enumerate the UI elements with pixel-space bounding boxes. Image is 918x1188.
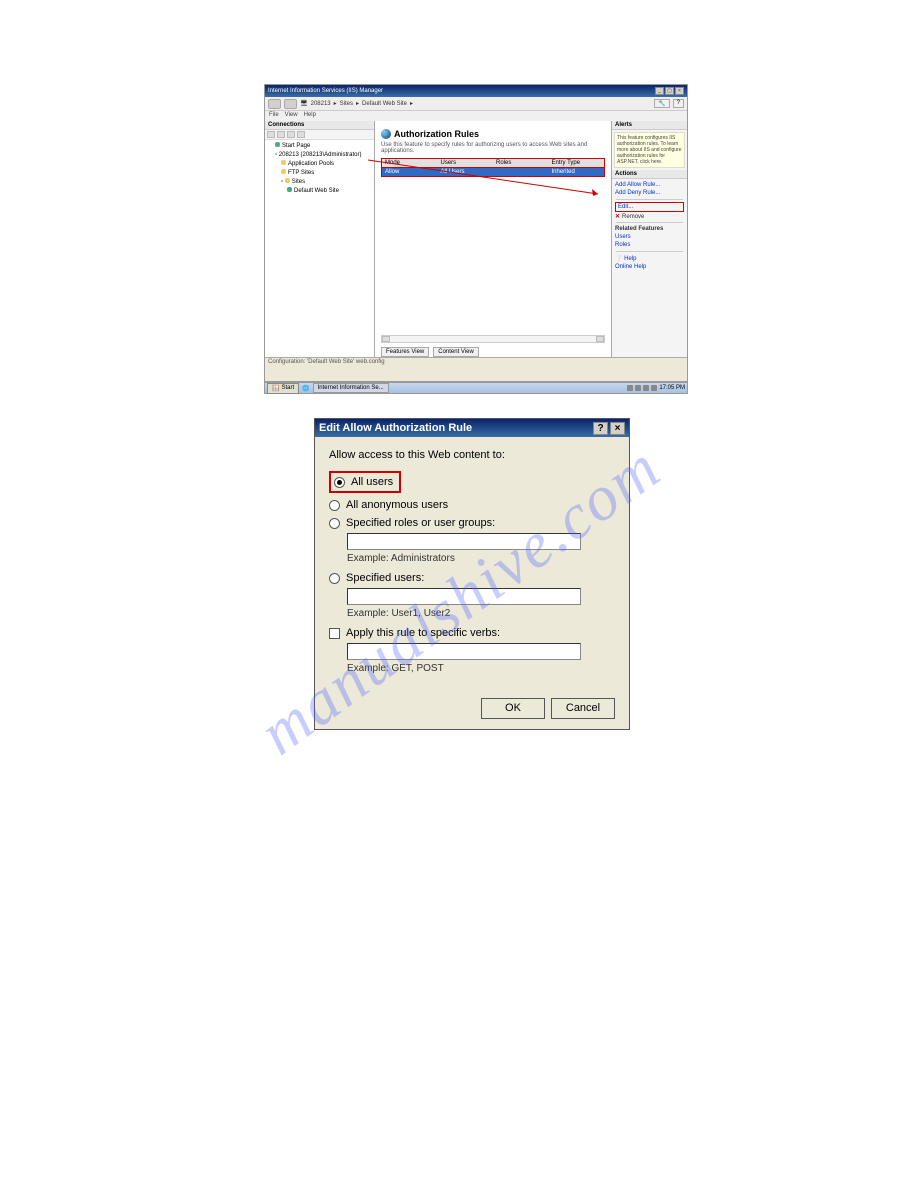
checkbox-verbs[interactable] <box>329 628 340 639</box>
system-tray: 17:05 PM <box>627 385 685 391</box>
tray-icon[interactable] <box>635 385 641 391</box>
breadcrumb[interactable]: 🖥 208213▸ Sites▸ Default Web Site▸ <box>300 100 413 107</box>
taskbar: 🪟 Start 🌐 Internet Information Se... 17:… <box>264 382 688 394</box>
conn-tool-icon[interactable] <box>287 131 295 138</box>
action-online-help[interactable]: Online Help <box>615 263 684 271</box>
label-specified-users: Specified users: <box>346 572 424 584</box>
alerts-header: Alerts <box>612 121 687 130</box>
actions-header: Actions <box>612 170 687 179</box>
start-button[interactable]: 🪟 Start <box>267 383 299 394</box>
action-help[interactable]: ❔ Help <box>615 254 684 263</box>
related-header: Related Features <box>615 225 684 233</box>
radio-specified-roles[interactable] <box>329 518 340 529</box>
clock: 17:05 PM <box>659 385 685 391</box>
nav-forward-icon[interactable] <box>284 99 297 109</box>
conn-tool-icon[interactable] <box>267 131 275 138</box>
label-all-anonymous: All anonymous users <box>346 499 448 511</box>
input-users[interactable] <box>347 588 581 605</box>
label-verbs: Apply this rule to specific verbs: <box>346 627 500 639</box>
cancel-button[interactable]: Cancel <box>551 698 615 719</box>
connections-header: Connections <box>265 121 374 130</box>
menu-file[interactable]: File <box>269 112 279 120</box>
connections-toolbar <box>265 130 374 140</box>
dialog-help-button[interactable]: ? <box>593 422 608 435</box>
tree-ftp-sites[interactable]: FTP Sites <box>267 169 372 178</box>
window-controls: _ ▢ × <box>655 87 684 95</box>
action-roles[interactable]: Roles <box>615 241 684 249</box>
nav-help-icon[interactable]: ? <box>673 99 684 108</box>
highlighted-option: All users <box>329 471 401 493</box>
taskbar-item[interactable]: Internet Information Se... <box>313 383 389 393</box>
action-add-allow[interactable]: Add Allow Rule... <box>615 181 684 189</box>
nav-back-icon[interactable] <box>268 99 281 109</box>
tray-icon[interactable] <box>651 385 657 391</box>
edit-allow-rule-dialog: Edit Allow Authorization Rule ? × Allow … <box>314 418 630 730</box>
scroll-right-icon[interactable] <box>596 336 604 342</box>
rules-header: Mode Users Roles Entry Type <box>381 158 605 168</box>
tree-start-page[interactable]: Start Page <box>267 142 372 151</box>
nav-bar: 🖥 208213▸ Sites▸ Default Web Site▸ 🔧 ? <box>265 97 687 111</box>
tray-icon[interactable] <box>627 385 633 391</box>
windows-icon: 🪟 <box>272 385 279 392</box>
center-panel: Authorization Rules Use this feature to … <box>375 121 611 357</box>
menu-help[interactable]: Help <box>304 112 316 120</box>
tab-features-view[interactable]: Features View <box>381 347 429 357</box>
example-roles: Example: Administrators <box>347 553 615 564</box>
tree-sites[interactable]: ▫ Sites <box>267 178 372 187</box>
connections-tree: Start Page ▫ 208213 (208213\Administrato… <box>265 140 374 198</box>
maximize-button[interactable]: ▢ <box>665 87 674 95</box>
radio-all-users[interactable] <box>334 477 345 488</box>
tree-default-site[interactable]: Default Web Site <box>267 187 372 196</box>
dialog-title: Edit Allow Authorization Rule <box>319 422 472 434</box>
statusbar: Configuration: 'Default Web Site' web.co… <box>265 357 687 367</box>
scroll-left-icon[interactable] <box>382 336 390 342</box>
label-specified-roles: Specified roles or user groups: <box>346 517 495 529</box>
dialog-prompt: Allow access to this Web content to: <box>329 449 615 461</box>
iis-titlebar[interactable]: Internet Information Services (IIS) Mana… <box>265 85 687 97</box>
close-button[interactable]: × <box>675 87 684 95</box>
action-users[interactable]: Users <box>615 233 684 241</box>
conn-tool-icon[interactable] <box>277 131 285 138</box>
tree-app-pools[interactable]: Application Pools <box>267 160 372 169</box>
example-users: Example: User1, User2 <box>347 608 615 619</box>
rule-row-selected[interactable]: Allow All Users Inherited <box>381 168 605 177</box>
dialog-titlebar[interactable]: Edit Allow Authorization Rule ? × <box>315 419 629 437</box>
connections-panel: Connections Start Page ▫ 208213 (208213\… <box>265 121 375 357</box>
dialog-close-button[interactable]: × <box>610 422 625 435</box>
tree-server[interactable]: ▫ 208213 (208213\Administrator) <box>267 151 372 160</box>
ok-button[interactable]: OK <box>481 698 545 719</box>
action-remove[interactable]: ✕Remove <box>615 213 684 220</box>
x-icon: ✕ <box>615 213 620 220</box>
globe-icon <box>381 129 391 139</box>
action-add-deny[interactable]: Add Deny Rule... <box>615 189 684 197</box>
horizontal-scrollbar[interactable] <box>381 335 605 343</box>
tab-content-view[interactable]: Content View <box>433 347 479 357</box>
example-verbs: Example: GET, POST <box>347 663 615 674</box>
quicklaunch-icon[interactable]: 🌐 <box>302 385 309 392</box>
input-roles[interactable] <box>347 533 581 550</box>
radio-specified-users[interactable] <box>329 573 340 584</box>
input-verbs[interactable] <box>347 643 581 660</box>
radio-all-anonymous[interactable] <box>329 500 340 511</box>
action-edit[interactable]: Edit... <box>618 203 633 211</box>
label-all-users: All users <box>351 476 393 488</box>
iis-title: Internet Information Services (IIS) Mana… <box>268 88 383 94</box>
tray-icon[interactable] <box>643 385 649 391</box>
page-heading: Authorization Rules <box>381 129 605 139</box>
minimize-button[interactable]: _ <box>655 87 664 95</box>
menubar: File View Help <box>265 111 687 121</box>
alert-text: This feature configures IIS authorizatio… <box>614 132 685 168</box>
nav-tool[interactable]: 🔧 <box>654 99 669 108</box>
menu-view[interactable]: View <box>285 112 298 120</box>
iis-manager-window: Internet Information Services (IIS) Mana… <box>264 84 688 382</box>
conn-tool-icon[interactable] <box>297 131 305 138</box>
page-description: Use this feature to specify rules for au… <box>381 142 605 154</box>
actions-panel: Alerts This feature configures IIS autho… <box>611 121 687 357</box>
